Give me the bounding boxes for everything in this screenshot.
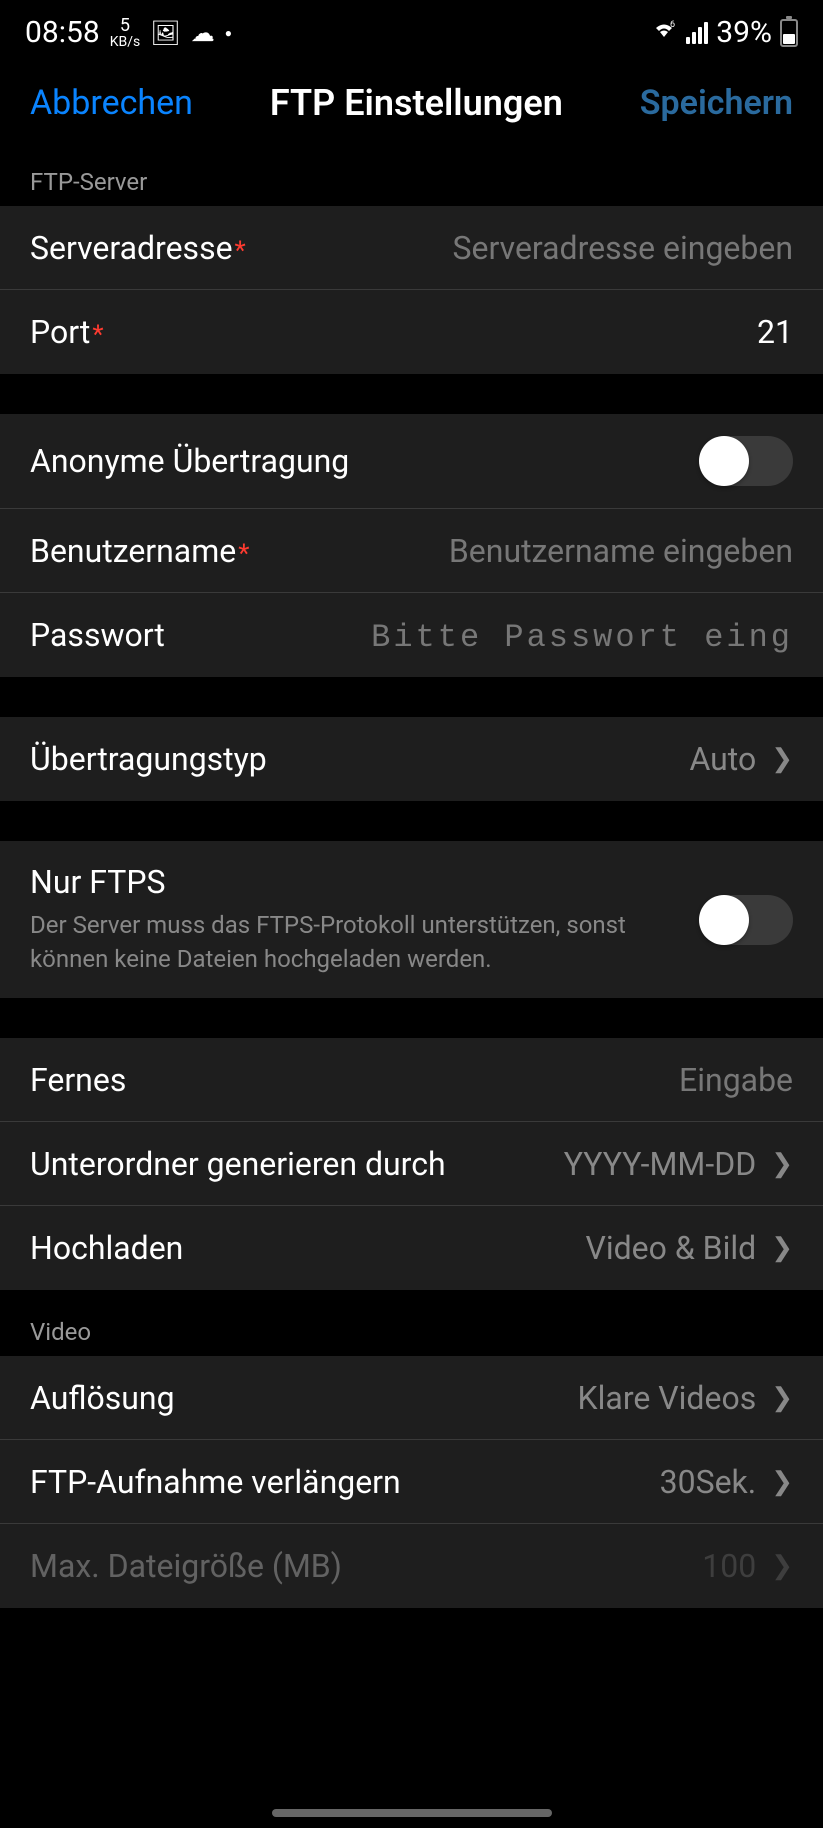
cancel-button[interactable]: Abbrechen: [30, 83, 193, 123]
section-ftp-server: FTP-Server: [0, 140, 823, 206]
status-left: 08:58 5 KB/s 🖼 ☁ ●: [25, 15, 232, 50]
subfolder-label: Unterordner generieren durch: [30, 1145, 446, 1183]
transfer-type-label: Übertragungstyp: [30, 740, 267, 778]
port-label: Port*: [30, 313, 104, 351]
battery-icon: [780, 19, 798, 47]
max-filesize-value: 100❯: [702, 1547, 793, 1585]
ftps-only-sub: Der Server muss das FTPS-Protokoll unter…: [30, 909, 679, 976]
extend-recording-label: FTP-Aufnahme verlängern: [30, 1463, 401, 1501]
save-button[interactable]: Speichern: [640, 83, 793, 123]
status-time: 08:58: [25, 15, 100, 50]
upload-value: Video & Bild❯: [585, 1229, 793, 1267]
row-transfer-type[interactable]: Übertragungstyp Auto❯: [0, 717, 823, 801]
subfolder-value: YYYY-MM-DD❯: [564, 1145, 793, 1183]
status-bar: 08:58 5 KB/s 🖼 ☁ ● 6 39%: [0, 0, 823, 65]
content: FTP-Server Serveradresse* Port* Anonyme …: [0, 140, 823, 1608]
row-server-address[interactable]: Serveradresse*: [0, 206, 823, 290]
max-filesize-label: Max. Dateigröße (MB): [30, 1547, 342, 1585]
row-upload[interactable]: Hochladen Video & Bild❯: [0, 1206, 823, 1290]
upload-label: Hochladen: [30, 1229, 183, 1267]
row-subfolder[interactable]: Unterordner generieren durch YYYY-MM-DD❯: [0, 1122, 823, 1206]
row-resolution[interactable]: Auflösung Klare Videos❯: [0, 1356, 823, 1440]
signal-icon: [686, 22, 708, 44]
username-label: Benutzername*: [30, 532, 249, 570]
chevron-right-icon: ❯: [771, 1467, 793, 1497]
ftps-only-toggle[interactable]: [699, 895, 793, 945]
password-input[interactable]: [185, 616, 793, 654]
ftps-only-label: Nur FTPS: [30, 863, 679, 901]
anonymous-toggle[interactable]: [699, 436, 793, 486]
transfer-type-value: Auto❯: [689, 740, 793, 778]
cloud-icon: ☁: [191, 19, 215, 47]
port-input[interactable]: [124, 313, 793, 351]
nav-bar: [0, 1798, 823, 1828]
server-address-label: Serveradresse*: [30, 229, 246, 267]
nav-pill[interactable]: [272, 1809, 552, 1817]
remote-input[interactable]: [146, 1061, 793, 1099]
svg-text:6: 6: [670, 20, 675, 30]
row-port[interactable]: Port*: [0, 290, 823, 374]
resolution-label: Auflösung: [30, 1379, 175, 1417]
row-password[interactable]: Passwort: [0, 593, 823, 677]
chevron-right-icon: ❯: [771, 744, 793, 774]
status-right: 6 39%: [650, 15, 798, 50]
row-anonymous: Anonyme Übertragung: [0, 414, 823, 509]
row-extend-recording[interactable]: FTP-Aufnahme verlängern 30Sek.❯: [0, 1440, 823, 1524]
chevron-right-icon: ❯: [771, 1233, 793, 1263]
chevron-right-icon: ❯: [771, 1149, 793, 1179]
row-max-filesize[interactable]: Max. Dateigröße (MB) 100❯: [0, 1524, 823, 1608]
password-label: Passwort: [30, 616, 165, 654]
network-speed: 5 KB/s: [110, 17, 141, 49]
resolution-value: Klare Videos❯: [578, 1379, 793, 1417]
chevron-right-icon: ❯: [771, 1383, 793, 1413]
extend-recording-value: 30Sek.❯: [660, 1463, 793, 1501]
page-title: FTP Einstellungen: [270, 82, 563, 124]
row-remote[interactable]: Fernes: [0, 1038, 823, 1122]
server-address-input[interactable]: [266, 229, 793, 267]
row-ftps-only: Nur FTPS Der Server muss das FTPS-Protok…: [0, 841, 823, 998]
dot-icon: ●: [225, 26, 232, 40]
image-icon: 🖼: [150, 19, 180, 47]
chevron-right-icon: ❯: [771, 1551, 793, 1581]
header: Abbrechen FTP Einstellungen Speichern: [0, 65, 823, 140]
anonymous-label: Anonyme Übertragung: [30, 442, 349, 480]
section-video: Video: [0, 1290, 823, 1356]
battery-percent: 39%: [716, 15, 772, 50]
username-input[interactable]: [269, 532, 793, 570]
wifi-icon: 6: [650, 19, 678, 47]
row-username[interactable]: Benutzername*: [0, 509, 823, 593]
remote-label: Fernes: [30, 1061, 126, 1099]
